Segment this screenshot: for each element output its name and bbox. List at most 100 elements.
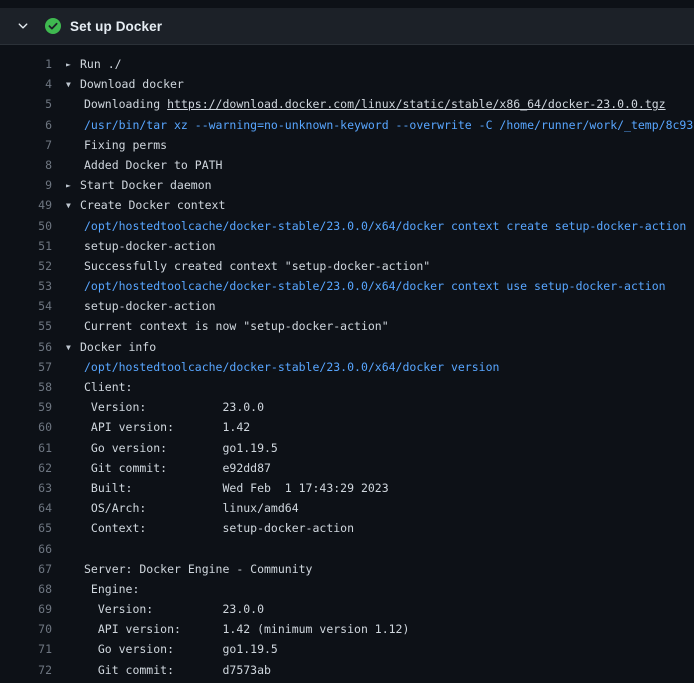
- log-text: Server: Docker Engine - Community: [66, 559, 312, 579]
- log-line: 54 setup-docker-action: [0, 296, 694, 316]
- line-number[interactable]: 71: [0, 639, 52, 659]
- log-line: 9 ►Start Docker daemon: [0, 175, 694, 195]
- line-number[interactable]: 51: [0, 236, 52, 256]
- log-text: Version: 23.0.0: [66, 599, 264, 619]
- group-line: ▼Download docker: [66, 74, 184, 95]
- line-number[interactable]: 49: [0, 195, 52, 215]
- group-line: ►Start Docker daemon: [66, 175, 212, 196]
- log-line: 55 Current context is now "setup-docker-a…: [0, 316, 694, 336]
- log-line: 57/opt/hostedtoolcache/docker-stable/23.…: [0, 357, 694, 377]
- log-line: 65 Context: setup-docker-action: [0, 518, 694, 538]
- line-number[interactable]: 66: [0, 539, 52, 559]
- group-title: Download docker: [80, 77, 184, 91]
- group-line: ▼Create Docker context: [66, 195, 225, 216]
- log-line: 62 Git commit: e92dd87: [0, 458, 694, 478]
- line-number[interactable]: 6: [0, 115, 52, 135]
- line-number[interactable]: 63: [0, 478, 52, 498]
- log-line: 6/usr/bin/tar xz --warning=no-unknown-ke…: [0, 115, 694, 135]
- log-line: 8 Added Docker to PATH: [0, 155, 694, 175]
- log-line: 59 Version: 23.0.0: [0, 397, 694, 417]
- line-number[interactable]: 64: [0, 498, 52, 518]
- log-text: Context: setup-docker-action: [66, 518, 354, 538]
- log-line: 67 Server: Docker Engine - Community: [0, 559, 694, 579]
- log-text: Current context is now "setup-docker-act…: [66, 316, 389, 336]
- log-line: 61 Go version: go1.19.5: [0, 438, 694, 458]
- log-line: 52 Successfully created context "setup-do…: [0, 256, 694, 276]
- log-text: Engine:: [66, 579, 139, 599]
- line-number[interactable]: 68: [0, 579, 52, 599]
- command-text: /opt/hostedtoolcache/docker-stable/23.0.…: [66, 357, 499, 377]
- log-text: Go version: go1.19.5: [66, 639, 278, 659]
- line-number[interactable]: 65: [0, 518, 52, 538]
- group-title: Start Docker daemon: [80, 178, 212, 192]
- log-line: 58 Client:: [0, 377, 694, 397]
- line-number[interactable]: 70: [0, 619, 52, 639]
- log-line: 53/opt/hostedtoolcache/docker-stable/23.…: [0, 276, 694, 296]
- group-expanded-icon[interactable]: ▼: [66, 338, 80, 358]
- line-number[interactable]: 59: [0, 397, 52, 417]
- line-number[interactable]: 56: [0, 337, 52, 357]
- group-expanded-icon[interactable]: ▼: [66, 196, 80, 216]
- line-number[interactable]: 69: [0, 599, 52, 619]
- log-link[interactable]: https://download.docker.com/linux/static…: [167, 97, 666, 111]
- command-text: /opt/hostedtoolcache/docker-stable/23.0.…: [66, 216, 686, 236]
- line-number[interactable]: 52: [0, 256, 52, 276]
- line-number[interactable]: 4: [0, 74, 52, 94]
- line-number[interactable]: 67: [0, 559, 52, 579]
- line-number[interactable]: 53: [0, 276, 52, 296]
- line-number[interactable]: 54: [0, 296, 52, 316]
- log-text: setup-docker-action: [66, 236, 216, 256]
- line-number[interactable]: 1: [0, 54, 52, 74]
- log-line: 66: [0, 539, 694, 559]
- log-line: 7 Fixing perms: [0, 135, 694, 155]
- group-title: Create Docker context: [80, 198, 225, 212]
- log-line: 5 Downloading https://download.docker.com…: [0, 94, 694, 114]
- log-text-prefix: Downloading: [84, 97, 167, 111]
- line-number[interactable]: 55: [0, 316, 52, 336]
- line-number[interactable]: 9: [0, 175, 52, 195]
- step-title: Set up Docker: [70, 19, 162, 34]
- log-text: Successfully created context "setup-dock…: [66, 256, 430, 276]
- log-text: Git commit: d7573ab: [66, 660, 271, 680]
- log-line: 72 Git commit: d7573ab: [0, 660, 694, 680]
- group-line: ►Run ./: [66, 54, 122, 75]
- log-text: Added Docker to PATH: [66, 155, 222, 175]
- chevron-down-icon[interactable]: [16, 19, 30, 33]
- success-check-icon: [45, 18, 61, 34]
- log-line: 1 ►Run ./: [0, 54, 694, 74]
- line-number[interactable]: 57: [0, 357, 52, 377]
- line-number[interactable]: 61: [0, 438, 52, 458]
- group-expanded-icon[interactable]: ▼: [66, 75, 80, 95]
- log-line: 63 Built: Wed Feb 1 17:43:29 2023: [0, 478, 694, 498]
- log-text: Client:: [66, 377, 132, 397]
- log-text: Go version: go1.19.5: [66, 438, 278, 458]
- log-line: 68 Engine:: [0, 579, 694, 599]
- log-line: 49 ▼Create Docker context: [0, 195, 694, 215]
- log-line: 70 API version: 1.42 (minimum version 1.…: [0, 619, 694, 639]
- log-line: 51 setup-docker-action: [0, 236, 694, 256]
- line-number[interactable]: 62: [0, 458, 52, 478]
- log-line: 4 ▼Download docker: [0, 74, 694, 94]
- log-text: Downloading https://download.docker.com/…: [66, 94, 666, 114]
- log-text: setup-docker-action: [66, 296, 216, 316]
- step-header[interactable]: Set up Docker: [0, 8, 694, 45]
- log-text: API version: 1.42 (minimum version 1.12): [66, 619, 409, 639]
- line-number[interactable]: 7: [0, 135, 52, 155]
- log-text: Fixing perms: [66, 135, 167, 155]
- log-line: 50/opt/hostedtoolcache/docker-stable/23.…: [0, 216, 694, 236]
- group-collapsed-icon[interactable]: ►: [66, 55, 80, 75]
- log-text: Version: 23.0.0: [66, 397, 264, 417]
- log-text: OS/Arch: linux/amd64: [66, 498, 299, 518]
- line-number[interactable]: 58: [0, 377, 52, 397]
- line-number[interactable]: 72: [0, 660, 52, 680]
- log-line: 64 OS/Arch: linux/amd64: [0, 498, 694, 518]
- command-text: /usr/bin/tar xz --warning=no-unknown-key…: [66, 115, 693, 135]
- log-text: API version: 1.42: [66, 417, 250, 437]
- command-text: /opt/hostedtoolcache/docker-stable/23.0.…: [66, 276, 666, 296]
- line-number[interactable]: 50: [0, 216, 52, 236]
- line-number[interactable]: 5: [0, 94, 52, 114]
- log-line: 60 API version: 1.42: [0, 417, 694, 437]
- line-number[interactable]: 60: [0, 417, 52, 437]
- line-number[interactable]: 8: [0, 155, 52, 175]
- group-collapsed-icon[interactable]: ►: [66, 176, 80, 196]
